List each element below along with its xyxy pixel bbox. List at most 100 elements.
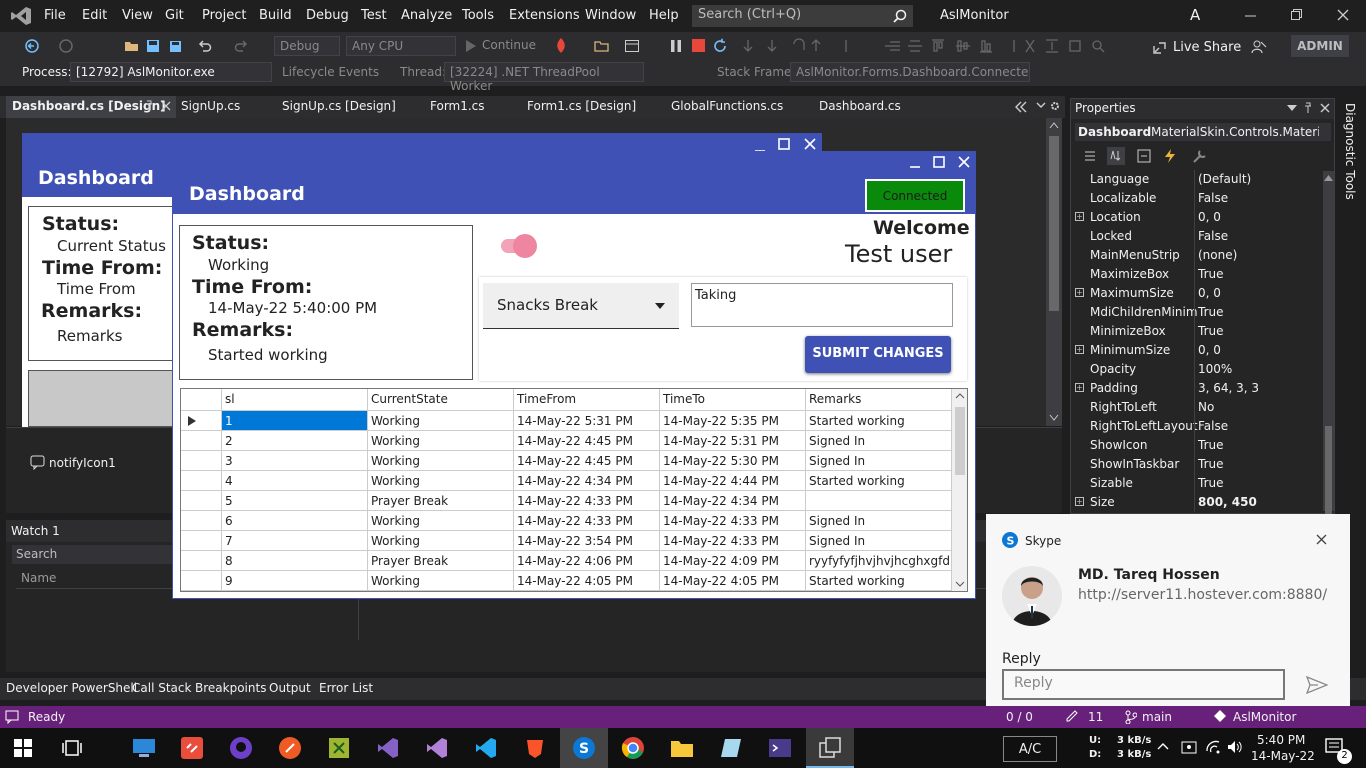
git-tool-taskbar-icon[interactable] — [180, 736, 204, 760]
property-row[interactable]: MainMenuStrip (none) — [1071, 246, 1323, 265]
form-close-icon[interactable] — [804, 138, 816, 150]
form-close-icon[interactable] — [958, 156, 970, 168]
brave-browser-taskbar-icon[interactable] — [523, 736, 547, 760]
property-row[interactable]: MdiChildrenMinim True — [1071, 303, 1323, 322]
live-share-icon[interactable] — [1153, 40, 1167, 54]
table-cell[interactable]: Started working — [806, 471, 952, 491]
remarks-input[interactable]: Taking — [691, 283, 953, 327]
property-value[interactable]: False — [1198, 419, 1228, 433]
menu-edit[interactable]: Edit — [82, 8, 107, 23]
tab-form1-design[interactable]: Form1.cs [Design] — [527, 96, 636, 118]
scroll-up-icon[interactable] — [1049, 121, 1059, 129]
property-row[interactable]: + Padding 3, 64, 3, 3 — [1071, 379, 1323, 398]
postman-taskbar-icon[interactable] — [278, 736, 302, 760]
continue-icon[interactable] — [465, 40, 477, 52]
table-cell[interactable]: Signed In — [806, 451, 952, 471]
lifecycle-events-button[interactable]: Lifecycle Events — [282, 65, 379, 79]
table-cell[interactable]: Prayer Break — [368, 491, 514, 511]
process-dropdown[interactable]: [12792] AslMonitor.exe — [70, 62, 272, 82]
column-header-timefrom[interactable]: TimeFrom — [514, 389, 660, 411]
line-counter[interactable]: 0 / 0 — [1006, 710, 1033, 724]
table-cell[interactable]: Signed In — [806, 531, 952, 551]
history-data-grid[interactable]: sl CurrentState TimeFrom TimeTo Remarks 1 Work… — [180, 388, 968, 592]
watch-search-input[interactable]: Search — [12, 545, 172, 564]
vscode-taskbar-icon[interactable] — [474, 736, 498, 760]
menu-tools[interactable]: Tools — [462, 8, 494, 23]
remote-desktop-taskbar-icon[interactable] — [131, 736, 157, 760]
search-input[interactable]: Search (Ctrl+Q) — [692, 5, 913, 27]
table-cell[interactable]: 14-May-22 4:45 PM — [514, 431, 660, 451]
property-value[interactable]: True — [1198, 438, 1224, 452]
windows-start-icon[interactable] — [14, 739, 32, 757]
table-row[interactable]: 7 Working 14-May-22 3:54 PM 14-May-22 4:33 … — [181, 531, 952, 551]
menu-git[interactable]: Git — [165, 8, 184, 23]
table-cell[interactable]: 14-May-22 4:34 PM — [514, 471, 660, 491]
feedback-icon[interactable] — [1251, 39, 1267, 55]
close-tab-icon[interactable] — [161, 101, 171, 111]
property-row[interactable]: Sizable True — [1071, 474, 1323, 493]
table-cell[interactable]: 14-May-22 4:33 PM — [660, 531, 806, 551]
property-value[interactable]: True — [1198, 476, 1224, 490]
menu-debug[interactable]: Debug — [306, 8, 349, 23]
tab-breakpoints[interactable]: Breakpoints — [195, 681, 266, 695]
property-value[interactable]: 0, 0 — [1198, 210, 1221, 224]
row-header[interactable] — [181, 531, 222, 551]
table-cell[interactable]: Working — [368, 431, 514, 451]
tab-signup-cs[interactable]: SignUp.cs — [181, 96, 240, 118]
expand-icon[interactable]: + — [1075, 288, 1084, 297]
grid-scrollbar[interactable] — [952, 389, 967, 591]
break-all-icon[interactable] — [670, 39, 682, 53]
settings-gear-icon[interactable] — [1049, 100, 1061, 112]
table-cell[interactable]: 6 — [222, 511, 368, 531]
menu-analyze[interactable]: Analyze — [401, 8, 452, 23]
window-layout-icon[interactable] — [624, 38, 640, 54]
table-cell[interactable]: 14-May-22 4:34 PM — [660, 491, 806, 511]
pending-changes-count[interactable]: 11 — [1088, 710, 1103, 724]
live-share-button[interactable]: Live Share — [1173, 40, 1241, 55]
forward-icon[interactable] — [58, 38, 74, 54]
table-row[interactable]: 9 Working 14-May-22 4:05 PM 14-May-22 4:05 … — [181, 571, 952, 591]
table-cell[interactable]: 14-May-22 5:30 PM — [660, 451, 806, 471]
property-row[interactable]: ShowIcon True — [1071, 436, 1323, 455]
table-cell[interactable]: 14-May-22 5:31 PM — [660, 431, 806, 451]
tab-error-list[interactable]: Error List — [319, 681, 373, 695]
toggle-thumb[interactable] — [513, 234, 537, 258]
watch-name-column[interactable]: Name — [21, 571, 56, 585]
notification-bubble-icon[interactable] — [5, 710, 19, 724]
form-maximize-icon[interactable] — [778, 138, 790, 150]
notepad-taskbar-icon[interactable] — [719, 736, 743, 760]
table-row[interactable]: 8 Prayer Break 14-May-22 4:06 PM 14-May-22 … — [181, 551, 952, 571]
table-cell[interactable]: 14-May-22 4:33 PM — [514, 491, 660, 511]
excel-tool-taskbar-icon[interactable] — [327, 736, 351, 760]
open-folder-icon[interactable] — [124, 38, 140, 54]
menu-help[interactable]: Help — [649, 8, 679, 23]
send-icon[interactable] — [1306, 676, 1328, 694]
table-row[interactable]: 3 Working 14-May-22 4:45 PM 14-May-22 5:30 … — [181, 451, 952, 471]
property-row[interactable]: + MaximumSize 0, 0 — [1071, 284, 1323, 303]
properties-pin-icon[interactable] — [1303, 102, 1313, 114]
property-pages-wrench-icon[interactable] — [1191, 147, 1209, 165]
menu-file[interactable]: File — [44, 8, 66, 23]
table-cell[interactable]: 14-May-22 4:33 PM — [514, 511, 660, 531]
property-row[interactable]: + Location 0, 0 — [1071, 208, 1323, 227]
volume-icon[interactable] — [1227, 739, 1243, 755]
table-cell[interactable]: 14-May-22 4:44 PM — [660, 471, 806, 491]
tab-signup-design[interactable]: SignUp.cs [Design] — [282, 96, 396, 118]
visual-studio-taskbar-icon[interactable] — [425, 736, 449, 760]
menu-window[interactable]: Window — [585, 8, 636, 23]
submit-changes-button[interactable]: SUBMIT CHANGES — [805, 336, 951, 373]
expand-icon[interactable]: + — [1075, 383, 1084, 392]
pin-icon[interactable] — [144, 100, 154, 112]
row-header[interactable] — [181, 571, 222, 591]
column-header-remarks[interactable]: Remarks — [806, 389, 952, 411]
table-cell[interactable]: Working — [368, 531, 514, 551]
property-row[interactable]: ShowInTaskbar True — [1071, 455, 1323, 474]
property-row[interactable]: Language (Default) — [1071, 170, 1323, 189]
hot-reload-icon[interactable] — [553, 37, 569, 55]
column-header-currentstate[interactable]: CurrentState — [368, 389, 514, 411]
connected-status-button[interactable]: Connected — [865, 179, 965, 212]
branch-name[interactable]: main — [1142, 710, 1172, 724]
column-header-timeto[interactable]: TimeTo — [660, 389, 806, 411]
property-value[interactable]: False — [1198, 191, 1228, 205]
table-cell[interactable]: 14-May-22 3:54 PM — [514, 531, 660, 551]
